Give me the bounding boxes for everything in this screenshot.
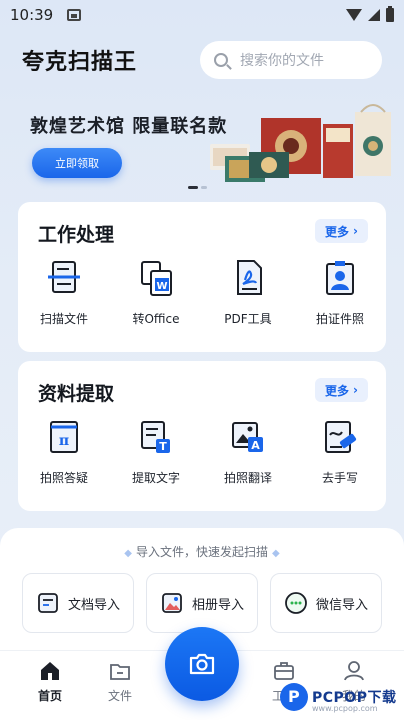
promo-banner[interactable]: 敦煌艺术馆 限量联名款 立即领取 [0,92,404,192]
tool-extract-text[interactable]: T 提取文字 [110,417,202,486]
work-more-label: 更多 [325,224,350,239]
tool-label: 去手写 [321,471,358,485]
import-label: 微信导入 [315,597,368,613]
tool-id-photo[interactable]: 拍证件照 [294,258,386,327]
id-photo-icon [326,261,354,295]
tab-files[interactable]: 文件 [90,659,150,704]
banner-product-illustration [210,104,391,182]
extract-section-title: 资料提取 [38,383,115,405]
sparkle-icon: ◆ [272,548,280,559]
import-label: 文档导入 [67,597,120,613]
battery-icon [386,6,394,22]
math-pi-icon: π [50,421,78,453]
extract-more-button[interactable]: 更多 › [315,378,368,402]
camera-icon [189,653,215,675]
status-bar: 10:39 [0,0,404,30]
watermark-sub: www.pcpop.com [312,704,378,713]
tool-pdf[interactable]: PDF工具 [202,258,294,327]
tool-label: 拍照翻译 [223,471,272,485]
import-hint-text: 导入文件，快速发起扫描 [135,545,268,559]
work-section-title: 工作处理 [38,224,115,246]
extract-more-label: 更多 [325,383,350,398]
search-icon [214,53,228,67]
pager-dot-active [188,186,198,189]
document-import-icon [38,593,58,613]
wechat-import-icon [285,592,307,614]
folder-icon [110,664,130,680]
work-section-card: 工作处理 更多 › 扫描文件 W 转Office PDF工具 拍证件照 [18,202,386,352]
album-import-icon [162,593,182,613]
image-notification-icon [67,9,82,21]
tool-label: 拍照答疑 [39,471,88,485]
pcpop-logo-icon [280,683,308,711]
tab-home[interactable]: 首页 [20,659,80,704]
status-time: 10:39 [10,6,54,24]
chevron-right-icon: › [353,224,358,238]
sparkle-icon: ◆ [124,548,132,559]
convert-office-icon: W [141,261,172,296]
extract-section-card: 资料提取 更多 › π 拍照答疑 T 提取文字 A 拍照翻译 去手写 [18,361,386,511]
scan-doc-icon [48,261,80,293]
album-import-button[interactable]: 相册导入 [146,573,258,633]
wifi-icon [346,9,362,21]
app-title: 夸克扫描王 [22,50,138,75]
search-placeholder: 搜索你的文件 [240,53,324,69]
tool-convert-office[interactable]: W 转Office [110,258,202,327]
photo-translate-icon: A [232,422,263,452]
pcpop-watermark: PCPOP下载 www.pcpop.com [280,680,396,714]
tool-label: 转Office [132,312,180,326]
chevron-right-icon: › [353,383,358,397]
work-more-button[interactable]: 更多 › [315,219,368,243]
svg-text:T: T [159,440,167,453]
wechat-import-button[interactable]: 微信导入 [270,573,382,633]
banner-cta-button[interactable]: 立即领取 [32,148,122,178]
import-hint: ◆ 导入文件，快速发起扫描 ◆ [0,543,404,560]
banner-headline: 敦煌艺术馆 限量联名款 [30,116,228,137]
tool-scan-document[interactable]: 扫描文件 [18,258,110,327]
tab-label: 首页 [37,689,62,703]
tool-remove-handwriting[interactable]: 去手写 [294,417,386,486]
pdf-tool-icon [237,260,262,295]
tool-photo-qa[interactable]: π 拍照答疑 [18,417,110,486]
document-import-button[interactable]: 文档导入 [22,573,134,633]
home-icon [41,662,59,680]
tool-label: 提取文字 [131,471,180,485]
svg-text:π: π [59,433,69,449]
signal-icon [368,9,380,21]
svg-text:A: A [251,439,260,452]
text-extract-icon: T [141,421,170,453]
tool-label: PDF工具 [224,312,272,326]
camera-scan-button[interactable] [165,627,239,701]
erase-handwriting-icon [325,421,357,453]
tool-photo-translate[interactable]: A 拍照翻译 [202,417,294,486]
tool-label: 拍证件照 [315,312,364,326]
search-input[interactable]: 搜索你的文件 [200,41,382,79]
tool-label: 扫描文件 [39,312,88,326]
banner-pager [188,186,207,189]
pager-dot [201,186,207,189]
import-label: 相册导入 [191,597,244,613]
svg-text:W: W [156,281,167,292]
tab-label: 文件 [107,689,132,703]
